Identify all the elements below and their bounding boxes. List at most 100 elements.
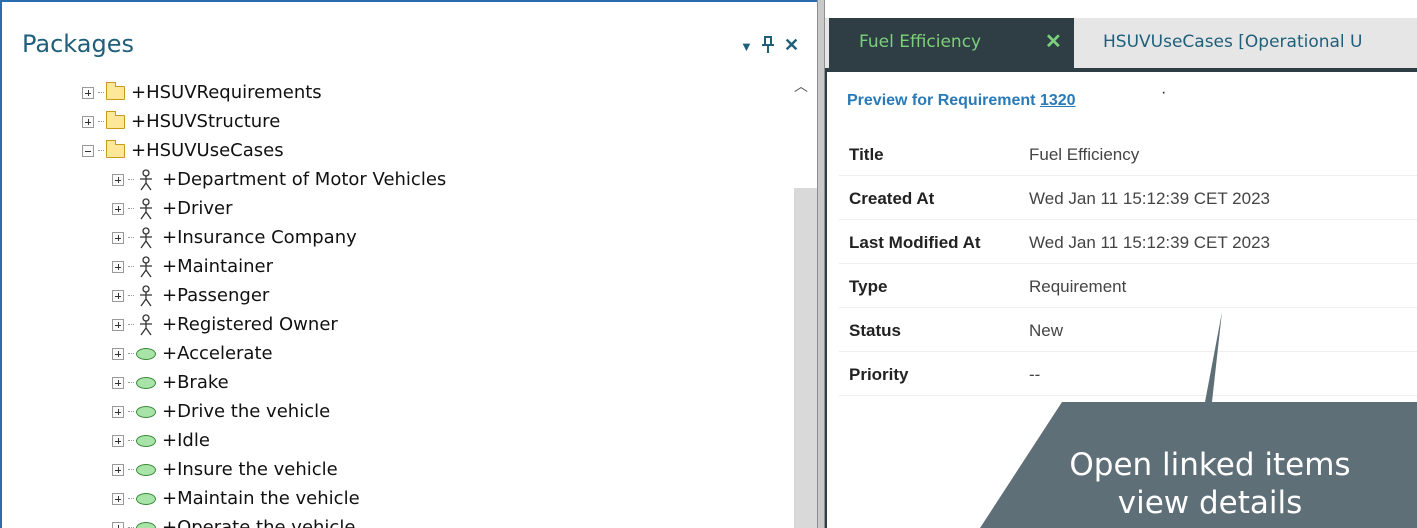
- tree-item[interactable]: +Insure the vehicle: [112, 455, 338, 484]
- scroll-up-icon[interactable]: ︿: [794, 76, 808, 96]
- tree-item-label: +Maintainer: [162, 255, 274, 277]
- tree-connector: [128, 237, 134, 238]
- tree-connector: [128, 498, 134, 499]
- requirement-id-link[interactable]: 1320: [1040, 92, 1076, 109]
- actor-icon: [140, 226, 152, 248]
- packages-title: Packages: [22, 30, 134, 58]
- tree-item[interactable]: +Operate the vehicle: [112, 513, 355, 528]
- preview-heading: Preview for Requirement 1320: [847, 92, 1076, 110]
- property-key: Type: [849, 277, 888, 296]
- tree-item[interactable]: +Drive the vehicle: [112, 397, 330, 426]
- tree-item-label: +Insurance Company: [162, 226, 357, 248]
- expand-icon[interactable]: [82, 115, 94, 128]
- tree-item-label: +Department of Motor Vehicles: [162, 168, 447, 190]
- package-tree: +HSUVRequirements +HSUVStructure +HSUVUseC…: [2, 76, 785, 528]
- tree-connector: [98, 150, 104, 151]
- property-key: Created At: [849, 189, 935, 208]
- tree-item[interactable]: +Passenger: [112, 281, 269, 310]
- preview-heading-text: Preview for Requirement: [847, 92, 1036, 109]
- expand-icon[interactable]: [82, 86, 94, 99]
- tree-connector: [128, 295, 134, 296]
- usecase-icon: [136, 521, 156, 528]
- tab-close-icon[interactable]: ✕: [1045, 29, 1062, 54]
- scrollbar-track[interactable]: [794, 188, 817, 528]
- tree-item[interactable]: +Brake: [112, 368, 229, 397]
- tree-item[interactable]: +Insurance Company: [112, 223, 357, 252]
- expand-icon[interactable]: [112, 405, 124, 418]
- tree-item[interactable]: +Registered Owner: [112, 310, 338, 339]
- tree-item-label: +Registered Owner: [162, 313, 338, 335]
- tree-connector: [128, 382, 134, 383]
- expand-icon[interactable]: [112, 202, 124, 215]
- usecase-icon: [136, 347, 156, 360]
- tree-connector: [98, 121, 104, 122]
- callout-line-1: Open linked items: [1069, 447, 1351, 483]
- expand-icon[interactable]: [112, 434, 124, 447]
- property-value: Wed Jan 11 15:12:39 CET 2023: [1029, 189, 1271, 208]
- property-row: Title Fuel Efficiency: [839, 132, 1417, 176]
- tab-fuel-efficiency[interactable]: Fuel Efficiency ✕: [829, 18, 1074, 68]
- expand-icon[interactable]: [112, 260, 124, 273]
- tree-connector: [128, 469, 134, 470]
- tree-item[interactable]: +Accelerate: [112, 339, 273, 368]
- expand-icon[interactable]: [112, 289, 124, 302]
- usecase-icon: [136, 405, 156, 418]
- pin-icon[interactable]: [761, 36, 775, 57]
- close-icon[interactable]: ✕: [784, 36, 799, 54]
- property-row: Type Requirement: [839, 264, 1417, 308]
- callout-line-2: view details: [1117, 485, 1303, 521]
- tree-item-label: +HSUVUseCases: [131, 139, 284, 161]
- tree-item[interactable]: +Idle: [112, 426, 210, 455]
- property-row: Priority --: [839, 352, 1417, 396]
- expand-icon[interactable]: [112, 347, 124, 360]
- property-key: Title: [849, 145, 884, 164]
- property-row: Created At Wed Jan 11 15:12:39 CET 2023: [839, 176, 1417, 220]
- expand-icon[interactable]: [112, 376, 124, 389]
- tree-item[interactable]: +HSUVStructure: [82, 107, 280, 136]
- actor-icon: [140, 197, 152, 219]
- tree-item[interactable]: +Driver: [112, 194, 232, 223]
- tree-item-label: +Insure the vehicle: [162, 458, 338, 480]
- tab-label: Fuel Efficiency: [859, 32, 982, 52]
- actor-icon: [140, 255, 152, 277]
- tree-connector: [128, 179, 134, 180]
- tab-hsuvusecases[interactable]: HSUVUseCases [Operational U: [1103, 32, 1363, 52]
- tree-item[interactable]: +HSUVRequirements: [82, 78, 322, 107]
- property-key: Last Modified At: [849, 233, 981, 252]
- property-row: Status New: [839, 308, 1417, 352]
- tree-item[interactable]: +Maintain the vehicle: [112, 484, 360, 513]
- expand-icon[interactable]: [112, 231, 124, 244]
- tree-item-label: +Brake: [162, 371, 229, 393]
- tree-connector: [128, 324, 134, 325]
- tree-connector: [128, 266, 134, 267]
- property-key: Status: [849, 321, 901, 340]
- tree-scrollbar[interactable]: ︿: [785, 76, 817, 528]
- packages-panel: Packages ▼ ✕ +HSUVRequirements +HSUVStruc…: [0, 0, 817, 528]
- preview-dot: ·: [1161, 84, 1167, 101]
- dropdown-icon[interactable]: ▼: [740, 38, 753, 56]
- collapse-icon[interactable]: [82, 144, 94, 157]
- actor-icon: [140, 284, 152, 306]
- expand-icon[interactable]: [112, 521, 124, 528]
- property-row: Last Modified At Wed Jan 11 15:12:39 CET …: [839, 220, 1417, 264]
- tree-item[interactable]: +HSUVUseCases: [82, 136, 284, 165]
- panel-splitter[interactable]: [817, 0, 825, 528]
- tree-item[interactable]: +Maintainer: [112, 252, 273, 281]
- tree-item-label: +HSUVRequirements: [131, 81, 322, 103]
- expand-icon[interactable]: [112, 492, 124, 505]
- expand-icon[interactable]: [112, 463, 124, 476]
- tree-connector: [128, 353, 134, 354]
- actor-icon: [140, 313, 152, 335]
- tree-item[interactable]: +Department of Motor Vehicles: [112, 165, 446, 194]
- usecase-icon: [136, 463, 156, 476]
- expand-icon[interactable]: [112, 318, 124, 331]
- tree-item-label: +Accelerate: [162, 342, 273, 364]
- actor-icon: [140, 168, 152, 190]
- property-value: --: [1029, 365, 1041, 384]
- property-value: New: [1029, 321, 1064, 340]
- folder-icon: [106, 139, 125, 158]
- tree-item-label: +Maintain the vehicle: [162, 487, 360, 509]
- expand-icon[interactable]: [112, 173, 124, 186]
- tree-connector: [128, 440, 134, 441]
- callout-text: Open linked items view details: [1000, 446, 1417, 522]
